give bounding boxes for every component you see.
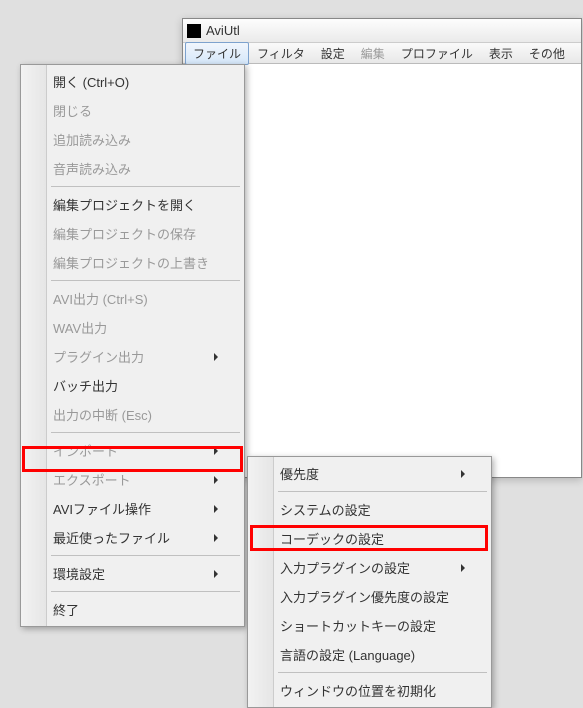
submenu-system[interactable]: システムの設定 — [250, 495, 489, 524]
separator — [51, 432, 240, 433]
chevron-right-icon — [214, 570, 218, 578]
envsettings-submenu: 優先度 システムの設定 コーデックの設定 入力プラグインの設定 入力プラグイン優… — [247, 456, 492, 708]
chevron-right-icon — [214, 505, 218, 513]
menu-file[interactable]: ファイル — [185, 42, 249, 65]
submenu-shortcut[interactable]: ショートカットキーの設定 — [250, 611, 489, 640]
chevron-right-icon — [461, 564, 465, 572]
menu-recent[interactable]: 最近使ったファイル — [23, 523, 242, 552]
menu-aviout[interactable]: AVI出力 (Ctrl+S) — [23, 284, 242, 313]
separator — [51, 186, 240, 187]
chevron-right-icon — [214, 447, 218, 455]
menu-envsettings[interactable]: 環境設定 — [23, 559, 242, 588]
submenu-codec[interactable]: コーデックの設定 — [250, 524, 489, 553]
menu-projopen[interactable]: 編集プロジェクトを開く — [23, 190, 242, 219]
separator — [278, 672, 487, 673]
menu-projoverwrite[interactable]: 編集プロジェクトの上書き — [23, 248, 242, 277]
submenu-inputplugin[interactable]: 入力プラグインの設定 — [250, 553, 489, 582]
chevron-right-icon — [214, 534, 218, 542]
menu-other[interactable]: その他 — [521, 42, 573, 65]
menu-edit[interactable]: 編集 — [353, 42, 393, 65]
separator — [51, 555, 240, 556]
chevron-right-icon — [214, 353, 218, 361]
app-title: AviUtl — [206, 23, 240, 38]
menubar: ファイル フィルタ 設定 編集 プロファイル 表示 その他 — [183, 43, 581, 64]
menu-import[interactable]: インポート — [23, 436, 242, 465]
separator — [51, 280, 240, 281]
file-dropdown: 開く (Ctrl+O) 閉じる 追加読み込み 音声読み込み 編集プロジェクトを開… — [20, 64, 245, 627]
submenu-priority[interactable]: 優先度 — [250, 459, 489, 488]
chevron-right-icon — [214, 476, 218, 484]
menu-wavout[interactable]: WAV出力 — [23, 313, 242, 342]
submenu-language[interactable]: 言語の設定 (Language) — [250, 640, 489, 669]
submenu-inputpriority[interactable]: 入力プラグイン優先度の設定 — [250, 582, 489, 611]
submenu-windowreset[interactable]: ウィンドウの位置を初期化 — [250, 676, 489, 705]
menu-projsave[interactable]: 編集プロジェクトの保存 — [23, 219, 242, 248]
menu-settings[interactable]: 設定 — [313, 42, 353, 65]
menu-batchout[interactable]: バッチ出力 — [23, 371, 242, 400]
titlebar[interactable]: AviUtl — [183, 19, 581, 43]
menu-exit[interactable]: 終了 — [23, 595, 242, 624]
chevron-right-icon — [461, 470, 465, 478]
app-icon — [187, 24, 201, 38]
menu-audioload[interactable]: 音声読み込み — [23, 154, 242, 183]
menu-avifile[interactable]: AVIファイル操作 — [23, 494, 242, 523]
menu-view[interactable]: 表示 — [481, 42, 521, 65]
menu-profile[interactable]: プロファイル — [393, 42, 481, 65]
menu-close[interactable]: 閉じる — [23, 96, 242, 125]
menu-pluginout[interactable]: プラグイン出力 — [23, 342, 242, 371]
separator — [51, 591, 240, 592]
menu-filter[interactable]: フィルタ — [249, 42, 313, 65]
menu-abort[interactable]: 出力の中断 (Esc) — [23, 400, 242, 429]
menu-export[interactable]: エクスポート — [23, 465, 242, 494]
menu-open[interactable]: 開く (Ctrl+O) — [23, 67, 242, 96]
separator — [278, 491, 487, 492]
menu-addload[interactable]: 追加読み込み — [23, 125, 242, 154]
